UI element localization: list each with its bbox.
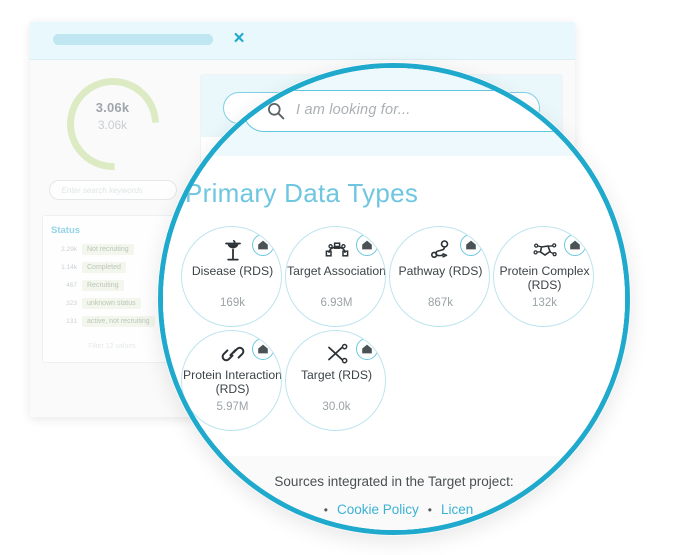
footer-link-license[interactable]: Licen	[441, 502, 473, 517]
bullet-separator: •	[427, 502, 432, 517]
data-type-tile-grid: Disease (RDS) 169k Target Association 6.…	[181, 226, 621, 431]
facet-count: 323	[66, 300, 77, 307]
facet-label: Not recruiting	[82, 244, 134, 255]
facet-label: active, not recruiting	[82, 316, 155, 327]
tile-label: Pathway (RDS)	[398, 265, 483, 278]
tile-label: Protein Complex (RDS)	[499, 265, 590, 292]
tile-count: 5.97M	[216, 401, 249, 413]
page-title: Primary Data Types	[185, 178, 419, 208]
facet-row[interactable]: 1.14k Completed	[51, 262, 173, 273]
facet-row[interactable]: 2.29k Not recruiting	[51, 244, 173, 255]
left-search-input[interactable]: Enter search keywords	[48, 180, 177, 200]
tile-count: 6.93M	[320, 297, 353, 309]
home-icon[interactable]	[356, 234, 378, 256]
tile-row: Protein Interaction (RDS) 5.97M Target (…	[181, 330, 621, 431]
search-placeholder-text: I am looking for...	[296, 102, 411, 118]
facet-label: Completed	[82, 262, 126, 273]
data-type-tile-protein-interaction[interactable]: Protein Interaction (RDS) 5.97M	[181, 330, 282, 431]
facet-label: Recruiting	[82, 280, 124, 291]
home-icon[interactable]	[252, 234, 274, 256]
gauge-value-primary: 3.06k	[95, 100, 130, 115]
facet-row[interactable]: 467 Recruiting	[51, 280, 173, 291]
close-icon[interactable]: ×	[228, 28, 250, 50]
data-type-tile-pathway[interactable]: Pathway (RDS) 867k	[389, 226, 490, 327]
tile-row: Disease (RDS) 169k Target Association 6.…	[181, 226, 621, 327]
tab-title-placeholder[interactable]	[53, 34, 213, 45]
facet-count: 131	[66, 318, 77, 325]
facet-count: 1.14k	[61, 264, 77, 271]
tile-count: 169k	[220, 297, 245, 309]
footer-link-cookie-policy[interactable]: Cookie Policy	[337, 502, 419, 517]
facet-count: 2.29k	[61, 246, 77, 253]
bullet-separator: •	[323, 502, 328, 517]
data-type-tile-protein-complex[interactable]: Protein Complex (RDS) 132k	[493, 226, 594, 327]
gauge-value-secondary: 3.06k	[97, 118, 128, 132]
home-icon[interactable]	[356, 338, 378, 360]
tile-label: Protein Interaction (RDS)	[183, 369, 282, 396]
donut-gauge: 3.06k 3.06k	[47, 58, 178, 190]
home-icon[interactable]	[252, 338, 274, 360]
magnified-footer: Sources integrated in the Target project…	[163, 456, 625, 530]
search-icon	[267, 102, 285, 120]
footer-sources-text: Sources integrated in the Target project…	[274, 474, 514, 489]
tile-count: 867k	[428, 297, 453, 309]
facet-label: unknown status	[82, 298, 141, 309]
home-icon[interactable]	[460, 234, 482, 256]
window-tabbar: ×	[30, 22, 575, 60]
facet-title: Status	[51, 225, 81, 236]
home-icon[interactable]	[564, 234, 586, 256]
data-type-tile-target[interactable]: Target (RDS) 30.0k	[285, 330, 386, 431]
facet-filter-values-link[interactable]: Filter 12 values	[51, 343, 173, 350]
tile-count: 132k	[532, 297, 557, 309]
facet-count: 467	[66, 282, 77, 289]
tile-label: Disease (RDS)	[191, 265, 274, 278]
magnified-content: I am looking for... Primary Data Types D…	[163, 68, 625, 530]
tile-label: Target (RDS)	[300, 369, 373, 382]
magnified-main-panel: Primary Data Types Disease (RDS) 169k Ta…	[163, 156, 625, 456]
tile-label: Target Association	[287, 265, 386, 278]
data-type-tile-target-association[interactable]: Target Association 6.93M	[285, 226, 386, 327]
magnified-search-banner: I am looking for...	[163, 68, 625, 156]
facet-row[interactable]: 323 unknown status	[51, 298, 173, 309]
tile-count: 30.0k	[322, 401, 351, 413]
footer-links: • Cookie Policy • Licen	[163, 502, 625, 517]
magnifier-lens: I am looking for... Primary Data Types D…	[158, 63, 630, 535]
data-type-tile-disease[interactable]: Disease (RDS) 169k	[181, 226, 282, 327]
facet-row[interactable]: 131 active, not recruiting	[51, 316, 173, 327]
